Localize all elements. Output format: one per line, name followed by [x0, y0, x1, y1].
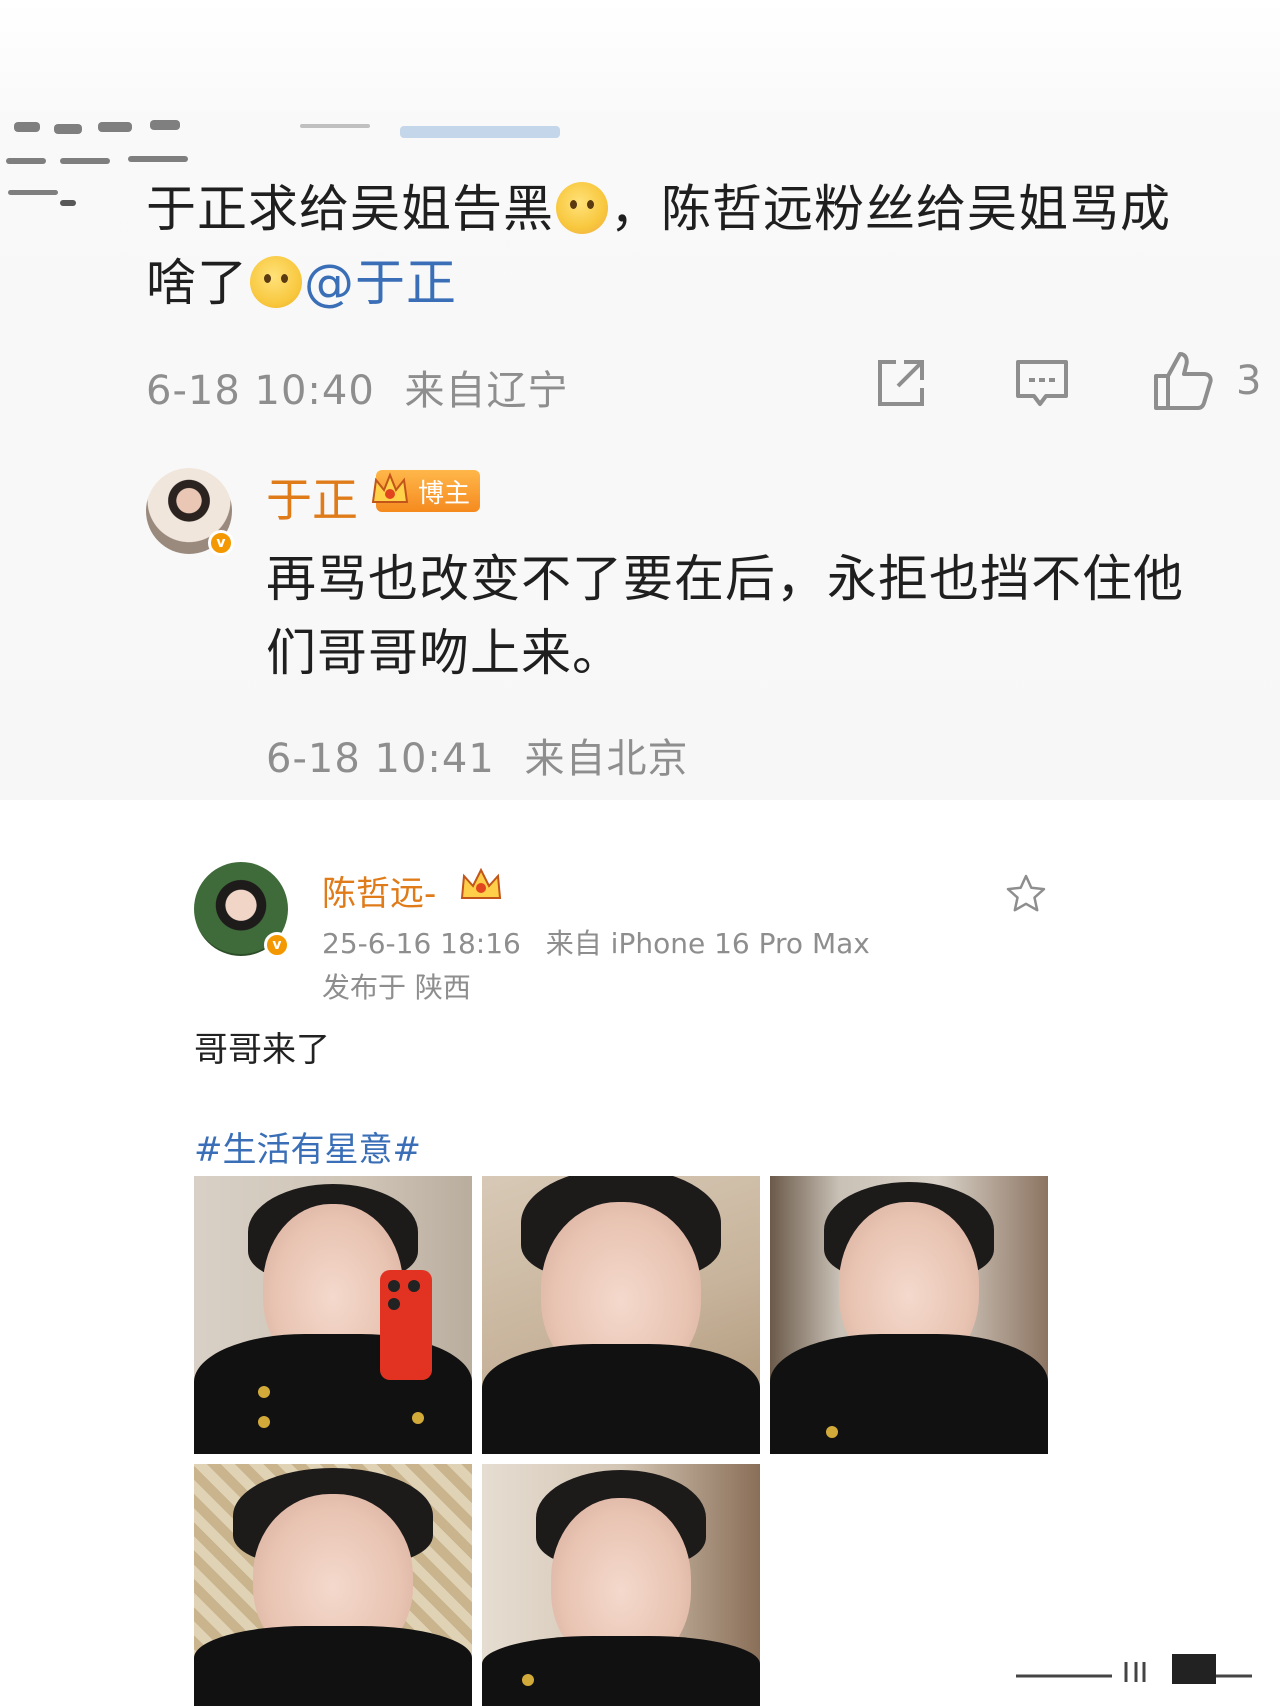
comment-meta: 6-18 10:40 来自辽宁 [146, 358, 569, 416]
reply-time: 6-18 10:41 [266, 736, 495, 782]
hugging-face-emoji-icon [556, 182, 608, 234]
comment-text-part1: 于正求给吴姐告黑 [146, 180, 554, 238]
like-count: 3 [1236, 358, 1262, 404]
verified-icon: v [208, 530, 234, 556]
reply-location: 来自北京 [524, 736, 689, 782]
reply-text: 再骂也改变不了要在后，永拒也挡不住他们哥哥吻上来。 [266, 550, 1184, 682]
blogger-badge-label: 博主 [417, 478, 470, 509]
like-icon[interactable] [1152, 350, 1214, 412]
avatar-post-author[interactable]: v [194, 862, 290, 958]
post-body: 哥哥来了 [194, 1030, 330, 1070]
blogger-badge: 博主 [371, 470, 480, 512]
post-photo[interactable] [482, 1176, 760, 1454]
post-source: 来自 iPhone 16 Pro Max [545, 927, 870, 960]
post-photo[interactable] [194, 1464, 472, 1706]
post-photo[interactable] [482, 1464, 760, 1706]
mention-link[interactable]: @于正 [304, 254, 457, 312]
watermark-scribble [1016, 1654, 1252, 1684]
star-icon[interactable] [1004, 872, 1048, 916]
post-hashtag[interactable]: #生活有星意# [194, 1122, 421, 1171]
comment-icon[interactable] [1014, 356, 1070, 412]
post-author-name[interactable]: 陈哲远- [322, 866, 436, 915]
crown-icon [460, 867, 502, 899]
reply-meta: 6-18 10:41 来自北京 [266, 726, 689, 784]
post-photo[interactable] [770, 1176, 1048, 1454]
post-time: 25-6-16 18:16 [322, 927, 521, 960]
comment-text: 于正求给吴姐告黑 ，陈哲远粉丝给吴姐骂成啥了 @于正 [146, 172, 1206, 320]
verified-icon: v [264, 932, 290, 958]
reply-author-name[interactable]: 于正 [266, 464, 358, 530]
comment-time: 6-18 10:40 [146, 368, 375, 414]
post-published-location: 发布于 陕西 [322, 971, 471, 1004]
comment-location: 来自辽宁 [404, 368, 569, 414]
crown-icon [371, 472, 409, 503]
post-meta-line: 25-6-16 18:16 来自 iPhone 16 Pro Max [322, 922, 870, 962]
avatar-reply-author[interactable]: v [146, 468, 234, 556]
post-photo[interactable] [194, 1176, 472, 1454]
share-icon[interactable] [874, 356, 928, 410]
thinking-face-emoji-icon [250, 256, 302, 308]
comment-thread-panel: 于正求给吴姐告黑 ，陈哲远粉丝给吴姐骂成啥了 @于正 6-18 10:40 来自辽宁… [0, 0, 1280, 800]
